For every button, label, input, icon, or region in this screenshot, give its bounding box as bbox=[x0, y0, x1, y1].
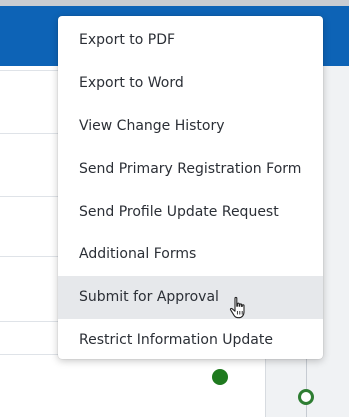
menu-item-restrict-information-update[interactable]: Restrict Information Update bbox=[58, 319, 323, 362]
top-strip bbox=[0, 0, 349, 6]
menu-item-export-to-word[interactable]: Export to Word bbox=[58, 62, 323, 105]
actions-dropdown-menu: Export to PDF Export to Word View Change… bbox=[58, 16, 323, 359]
menu-item-submit-for-approval[interactable]: Submit for Approval bbox=[58, 275, 323, 319]
menu-item-view-change-history[interactable]: View Change History bbox=[58, 105, 323, 148]
menu-item-additional-forms[interactable]: Additional Forms bbox=[58, 233, 323, 276]
app-window: Export to PDF Export to Word View Change… bbox=[0, 0, 349, 417]
hand-pointer-icon bbox=[229, 296, 245, 319]
menu-item-send-profile-update-request[interactable]: Send Profile Update Request bbox=[58, 190, 323, 233]
status-indicator-dot bbox=[212, 369, 228, 385]
menu-item-export-to-pdf[interactable]: Export to PDF bbox=[58, 19, 323, 62]
timeline-node[interactable] bbox=[298, 389, 314, 405]
menu-item-send-primary-registration-form[interactable]: Send Primary Registration Form bbox=[58, 147, 323, 190]
